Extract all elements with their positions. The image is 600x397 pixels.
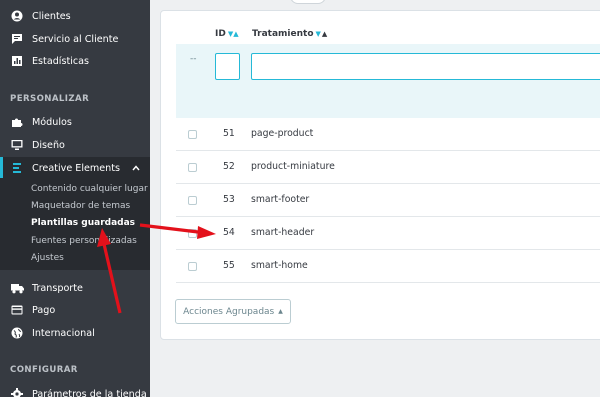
arrow-to-plantillas [102,243,122,314]
annotation-arrows [97,223,216,314]
arrow-to-smart-header [139,223,199,234]
